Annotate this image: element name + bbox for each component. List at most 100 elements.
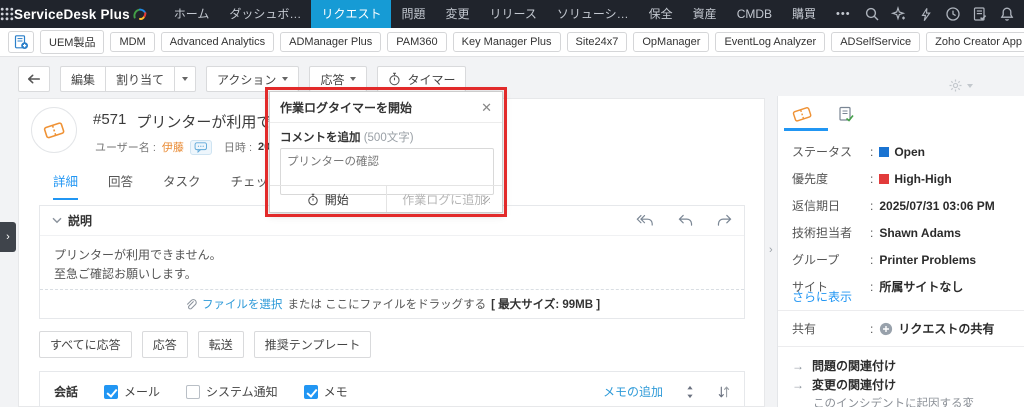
- max-size-text: [ 最大サイズ: 99MB ]: [491, 299, 601, 311]
- tab-approvals-document-icon[interactable]: [834, 103, 858, 125]
- notifications-bell-icon[interactable]: [996, 2, 1019, 26]
- priority-value[interactable]: High-High: [879, 172, 952, 186]
- priority-color-swatch: [879, 173, 890, 184]
- description-panel: 説明 プリンターが利用できません。 至急ご確認お願いします。 ファイルを選択 ま…: [39, 205, 745, 319]
- paperclip-icon: [186, 298, 197, 309]
- filter-system-label: システム通知: [206, 385, 278, 399]
- checkbox-checked-icon[interactable]: [104, 384, 119, 399]
- chip-key-manager[interactable]: Key Manager Plus: [452, 32, 561, 52]
- worklog-timer-popup: 作業ログタイマーを開始 ✕ コメントを追加 (500文字) プリンターの確認 開…: [269, 91, 503, 213]
- top-navigation-bar: ServiceDesk Plus ホーム ダッシュボ… リクエスト 問題 変更 …: [0, 0, 1024, 28]
- tab-tasks[interactable]: タスク: [163, 171, 201, 200]
- nav-more-icon[interactable]: •••: [826, 8, 861, 20]
- description-actions: [636, 214, 732, 227]
- nav-item-problems[interactable]: 問題: [391, 0, 435, 28]
- nav-item-changes[interactable]: 変更: [435, 0, 479, 28]
- attachment-dropzone[interactable]: ファイルを選択 または ここにファイルをドラッグする [ 最大サイズ: 99MB…: [40, 289, 744, 318]
- right-panel-collapse-icon[interactable]: ›: [769, 244, 773, 256]
- search-icon[interactable]: [861, 2, 884, 26]
- back-button[interactable]: [18, 66, 50, 92]
- field-technician: 技術担当者: Shawn Adams: [792, 225, 961, 241]
- chat-bubble-icon[interactable]: [189, 139, 212, 155]
- pinned-apps-icon[interactable]: [8, 31, 34, 53]
- description-title: 説明: [68, 214, 93, 228]
- chip-advanced-analytics[interactable]: Advanced Analytics: [160, 32, 275, 52]
- associate-change-link[interactable]: → 変更の関連付け: [792, 375, 974, 394]
- topnav-icon-group: ?: [861, 2, 1024, 26]
- nav-item-cmdb[interactable]: CMDB: [727, 0, 782, 28]
- reply-button[interactable]: 応答: [141, 331, 188, 358]
- nav-item-assets[interactable]: 資産: [683, 0, 727, 28]
- forward-icon[interactable]: [717, 214, 732, 227]
- reply-dropdown-button[interactable]: 応答: [309, 66, 368, 92]
- quick-actions-icon[interactable]: [915, 2, 938, 26]
- tab-request-properties-ticket-icon[interactable]: [790, 103, 814, 125]
- chip-opmanager[interactable]: OpManager: [633, 32, 710, 52]
- requester-name-link[interactable]: 伊藤: [162, 139, 184, 155]
- start-timer-button[interactable]: 開始: [270, 186, 386, 212]
- chip-zoho-creator[interactable]: Zoho Creator App: [926, 32, 1024, 52]
- app-launcher-icon[interactable]: [0, 0, 14, 28]
- technician-value[interactable]: Shawn Adams: [879, 226, 961, 240]
- checkbox-checked-icon[interactable]: [303, 384, 318, 399]
- nav-item-dashboard[interactable]: ダッシュボ…: [219, 0, 311, 28]
- nav-item-requests[interactable]: リクエスト: [311, 0, 392, 28]
- assign-dropdown-caret[interactable]: [174, 66, 197, 92]
- brand-swirl-icon: [132, 6, 148, 22]
- chip-uem[interactable]: UEM製品: [40, 30, 105, 54]
- chip-admanager[interactable]: ADManager Plus: [280, 32, 382, 52]
- expand-collapse-icon[interactable]: [685, 385, 695, 399]
- left-panel-expander[interactable]: ›: [0, 222, 16, 252]
- request-toolbar: 編集 割り当て アクション 応答 タイマー: [18, 66, 467, 92]
- sort-order-icon[interactable]: [717, 385, 730, 399]
- assign-button[interactable]: 割り当て: [105, 66, 175, 92]
- filter-system-notification-checkbox[interactable]: システム通知: [186, 383, 278, 400]
- reply-all-button[interactable]: すべてに応答: [39, 331, 132, 358]
- chip-site24x7[interactable]: Site24x7: [566, 32, 628, 52]
- view-settings-gear-icon[interactable]: [948, 78, 973, 93]
- show-more-link[interactable]: さらに表示: [792, 288, 852, 305]
- reply-icon[interactable]: [678, 214, 693, 227]
- edit-button[interactable]: 編集: [60, 66, 106, 92]
- choose-file-link[interactable]: ファイルを選択: [202, 296, 283, 312]
- filter-mail-checkbox[interactable]: メール: [104, 383, 160, 400]
- servicedesk-plus-logo[interactable]: ServiceDesk Plus: [14, 6, 148, 22]
- share-request-link[interactable]: リクエストの共有: [879, 320, 994, 337]
- chip-mdm[interactable]: MDM: [110, 32, 155, 52]
- whats-new-icon[interactable]: [888, 2, 911, 26]
- nav-item-purchase[interactable]: 購買: [782, 0, 826, 28]
- filter-mail-label: メール: [124, 385, 161, 399]
- chip-eventlog[interactable]: EventLog Analyzer: [715, 32, 826, 52]
- comment-label-row: コメントを追加 (500文字): [270, 123, 502, 148]
- popup-header: 作業ログタイマーを開始 ✕: [270, 92, 502, 123]
- add-note-link[interactable]: メモの追加: [603, 383, 663, 400]
- add-to-worklog-button[interactable]: 作業ログに追加: [385, 186, 503, 212]
- nav-item-releases[interactable]: リリース: [479, 0, 546, 28]
- nav-item-home[interactable]: ホーム: [164, 0, 220, 28]
- priority-label: 優先度: [792, 172, 829, 186]
- tab-details[interactable]: 詳細: [53, 171, 79, 200]
- reply-all-icon[interactable]: [636, 214, 654, 227]
- timer-button[interactable]: タイマー: [377, 66, 467, 92]
- associate-problem-link[interactable]: → 問題の関連付け: [792, 356, 974, 375]
- filter-memo-checkbox[interactable]: メモ: [303, 383, 348, 400]
- site-value[interactable]: 所属サイトなし: [879, 278, 963, 295]
- chip-pam360[interactable]: PAM360: [387, 32, 447, 52]
- nav-item-solutions[interactable]: ソリューシ…: [547, 0, 639, 28]
- nav-item-maintenance[interactable]: 保全: [639, 0, 683, 28]
- status-value[interactable]: Open: [879, 145, 925, 159]
- chip-adselfservice[interactable]: ADSelfService: [831, 32, 921, 52]
- close-icon[interactable]: ✕: [481, 101, 492, 114]
- feedback-survey-icon[interactable]: [969, 2, 992, 26]
- group-label: グループ: [792, 253, 840, 267]
- collapse-chevron-icon[interactable]: [52, 217, 62, 224]
- history-icon[interactable]: [942, 2, 965, 26]
- recommended-template-button[interactable]: 推奨テンプレート: [253, 331, 372, 358]
- group-value[interactable]: Printer Problems: [879, 253, 976, 267]
- forward-button[interactable]: 転送: [197, 331, 244, 358]
- checkbox-unchecked-icon[interactable]: [186, 384, 201, 399]
- actions-dropdown-button[interactable]: アクション: [206, 66, 300, 92]
- tab-resolution[interactable]: 回答: [108, 171, 133, 200]
- due-date-value: 2025/07/31 03:06 PM: [879, 198, 995, 213]
- due-date-label: 返信期日: [792, 199, 841, 213]
